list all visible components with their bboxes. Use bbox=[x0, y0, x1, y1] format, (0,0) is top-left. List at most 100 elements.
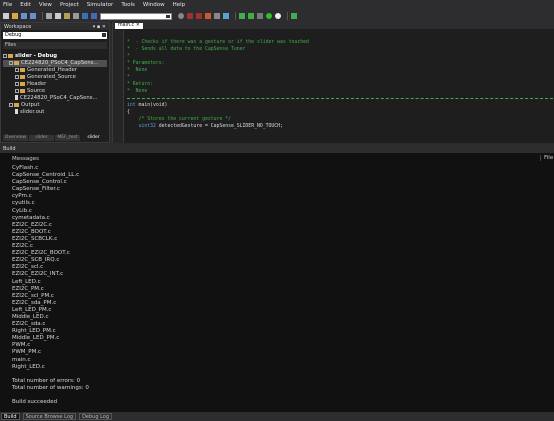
menu-tools[interactable]: Tools bbox=[121, 2, 135, 8]
code-line[interactable]: * None bbox=[127, 88, 553, 95]
tree-project[interactable]: slider - Debug bbox=[3, 53, 107, 60]
build-message[interactable] bbox=[12, 371, 532, 378]
build-message[interactable]: EZI2C_PM.c bbox=[12, 286, 532, 293]
tree-folder[interactable]: Generated_Header bbox=[3, 67, 107, 74]
expand-icon[interactable] bbox=[3, 53, 7, 58]
menu-file[interactable]: File bbox=[3, 2, 12, 8]
expand-icon[interactable] bbox=[9, 102, 13, 107]
code-area[interactable]: * - Checks if there was a gesture or if … bbox=[127, 39, 553, 130]
build-message[interactable]: cymetadata.c bbox=[12, 215, 532, 222]
build-message[interactable]: EZI2C.c bbox=[12, 243, 532, 250]
build-message[interactable]: EZI2C_scl_PM.c bbox=[12, 293, 532, 300]
build-message[interactable]: EZI2C_BOOT.c bbox=[12, 229, 532, 236]
panel-controls-icon[interactable]: ▾ ▪ ✕ bbox=[93, 24, 106, 30]
build-message[interactable]: Build succeeded bbox=[12, 399, 532, 406]
close-icon[interactable]: ✕ bbox=[136, 23, 140, 28]
build-message[interactable]: EZI2C_EZI2C.c bbox=[12, 222, 532, 229]
debug-config-icon[interactable] bbox=[248, 13, 254, 19]
build-message[interactable]: EZI2C_EZI2C_BOOT.c bbox=[12, 250, 532, 257]
build-message[interactable]: Left_LED_PM.c bbox=[12, 307, 532, 314]
code-line[interactable]: /* Stores the current gesture */ bbox=[127, 116, 553, 123]
build-message[interactable]: Right_LED_PM.c bbox=[12, 328, 532, 335]
build-message[interactable]: PWM.c bbox=[12, 342, 532, 349]
expand-icon[interactable] bbox=[15, 74, 19, 79]
workspace-tab[interactable]: slider bbox=[81, 135, 106, 141]
tree-folder[interactable]: Output bbox=[3, 102, 107, 109]
build-message[interactable]: CapSense_Filter.c bbox=[12, 186, 532, 193]
build-message[interactable] bbox=[12, 392, 532, 399]
tree-file[interactable]: slider.out bbox=[3, 109, 107, 116]
tab-source-browse-log[interactable]: Source Browse Log bbox=[22, 413, 77, 420]
build-message[interactable]: Left_LED.c bbox=[12, 279, 532, 286]
find-combo[interactable] bbox=[100, 12, 172, 20]
step-icon[interactable] bbox=[291, 13, 297, 19]
tree-folder[interactable]: CE224820_PSoC4_CapSens... bbox=[3, 60, 107, 67]
build-message[interactable]: Middle_LED.c bbox=[12, 314, 532, 321]
save-all-icon[interactable] bbox=[30, 13, 36, 19]
tab-debug-log[interactable]: Debug Log bbox=[79, 413, 113, 420]
tree-folder[interactable]: Source bbox=[3, 88, 107, 95]
expand-icon[interactable] bbox=[15, 88, 19, 93]
build-message[interactable]: cyPm.c bbox=[12, 193, 532, 200]
print-icon[interactable] bbox=[73, 13, 79, 19]
tree-folder[interactable]: Generated_Source bbox=[3, 74, 107, 81]
clean-icon[interactable] bbox=[214, 13, 220, 19]
bookmark-next-icon[interactable] bbox=[196, 13, 202, 19]
code-line[interactable]: uint32 detectedGesture = CapSense_SLIDER… bbox=[127, 123, 553, 130]
menu-simulator[interactable]: Simulator bbox=[87, 2, 114, 8]
stop-icon[interactable] bbox=[275, 13, 281, 19]
undo-icon[interactable] bbox=[82, 13, 88, 19]
build-message[interactable]: EZI2C_scl.c bbox=[12, 264, 532, 271]
tab-main-c[interactable]: main.c ✕ bbox=[115, 23, 143, 29]
workspace-tab[interactable]: MEF_test bbox=[55, 135, 80, 141]
debug-icon[interactable] bbox=[239, 13, 245, 19]
build-message[interactable]: PWM_PM.c bbox=[12, 349, 532, 356]
tab-build[interactable]: Build bbox=[1, 413, 20, 420]
tree-folder[interactable]: Header bbox=[3, 81, 107, 88]
code-line[interactable]: int main(void) bbox=[127, 102, 553, 109]
expand-icon[interactable] bbox=[15, 81, 19, 86]
build-message[interactable]: cyutils.c bbox=[12, 200, 532, 207]
build-message[interactable]: EZI2C_SCBCLK.c bbox=[12, 236, 532, 243]
paste-icon[interactable] bbox=[64, 13, 70, 19]
open-icon[interactable] bbox=[12, 13, 18, 19]
code-editor[interactable]: main.c ✕ * - Checks if there was a gestu… bbox=[112, 22, 554, 143]
run-icon[interactable] bbox=[266, 13, 272, 19]
build-message[interactable]: main.c bbox=[12, 357, 532, 364]
bookmark-icon[interactable] bbox=[187, 13, 193, 19]
build-message[interactable]: CyFlash.c bbox=[12, 165, 532, 172]
build-config-select[interactable]: Debug bbox=[3, 32, 107, 39]
find-icon[interactable] bbox=[178, 13, 184, 19]
code-line[interactable]: { bbox=[127, 109, 553, 116]
build-message[interactable]: Total number of warnings: 0 bbox=[12, 385, 532, 392]
file-column-header[interactable]: File bbox=[540, 155, 553, 161]
new-file-icon[interactable] bbox=[3, 13, 9, 19]
build-message[interactable]: EZI2C_EZI2C_INT.c bbox=[12, 271, 532, 278]
expand-icon[interactable] bbox=[9, 60, 13, 65]
tree-file[interactable]: CE224820_PSoC4_CapSens... bbox=[3, 95, 107, 102]
workspace-tab[interactable]: Overview bbox=[3, 135, 28, 141]
cut-icon[interactable] bbox=[46, 13, 52, 19]
build-message[interactable]: Total number of errors: 0 bbox=[12, 378, 532, 385]
code-line[interactable]: * - Sends all data to the CapSense Tuner bbox=[127, 46, 553, 53]
build-message[interactable]: CapSense_Control.c bbox=[12, 179, 532, 186]
code-line[interactable]: * bbox=[127, 74, 553, 81]
expand-icon[interactable] bbox=[15, 67, 19, 72]
build-message[interactable]: CapSense_Centroid_LL.c bbox=[12, 172, 532, 179]
breakpoint-icon[interactable] bbox=[257, 13, 263, 19]
code-line[interactable]: * None bbox=[127, 67, 553, 74]
build-message[interactable]: EZI2C_sda_PM.c bbox=[12, 300, 532, 307]
copy-icon[interactable] bbox=[55, 13, 61, 19]
build-message[interactable]: EZI2C_sda.c bbox=[12, 321, 532, 328]
menu-edit[interactable]: Edit bbox=[20, 2, 31, 8]
build-icon[interactable] bbox=[205, 13, 211, 19]
redo-icon[interactable] bbox=[91, 13, 97, 19]
code-line[interactable]: * Parameters: bbox=[127, 60, 553, 67]
menu-view[interactable]: View bbox=[39, 2, 52, 8]
code-line[interactable]: * Return: bbox=[127, 81, 553, 88]
code-line[interactable]: * - Checks if there was a gesture or if … bbox=[127, 39, 553, 46]
workspace-tab[interactable]: slider bbox=[29, 135, 54, 141]
code-line[interactable]: * bbox=[127, 53, 553, 60]
menu-help[interactable]: Help bbox=[173, 2, 186, 8]
menu-window[interactable]: Window bbox=[143, 2, 165, 8]
